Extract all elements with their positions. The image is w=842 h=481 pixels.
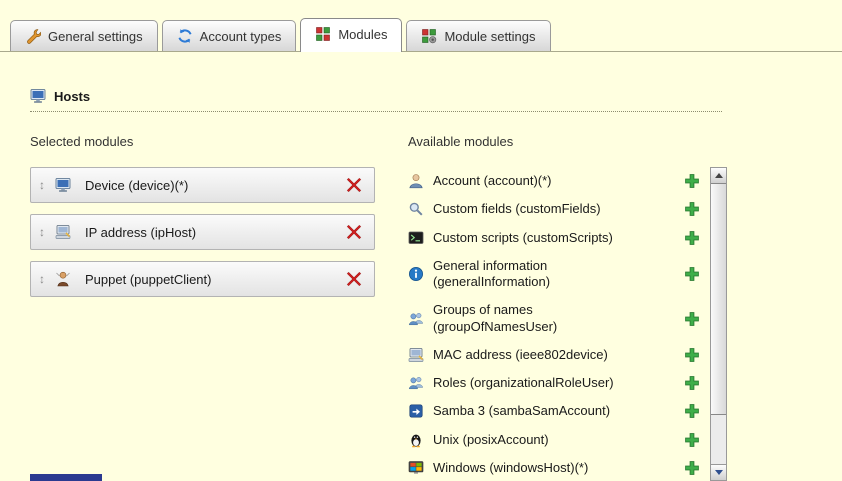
module-label: IP address (ipHost) bbox=[85, 225, 346, 240]
selected-modules-column: Selected modules ↕ Device (device)(*) ↕ IP … bbox=[30, 134, 382, 481]
puppet-icon bbox=[55, 271, 71, 287]
selected-modules-heading: Selected modules bbox=[30, 134, 382, 149]
module-label: Groups of names (groupOfNamesUser) bbox=[433, 302, 651, 335]
available-module-row: Custom scripts (customScripts) bbox=[408, 224, 708, 252]
scrollbar-down-button[interactable] bbox=[711, 464, 726, 480]
available-module-row: Groups of names (groupOfNamesUser) bbox=[408, 296, 708, 341]
available-module-row: Roles (organizationalRoleUser) bbox=[408, 369, 708, 397]
add-module-button[interactable] bbox=[684, 173, 700, 189]
samba-icon bbox=[408, 403, 424, 419]
selected-module-row: ↕ Device (device)(*) bbox=[30, 167, 375, 203]
scrollbar[interactable] bbox=[710, 167, 727, 481]
add-module-button[interactable] bbox=[684, 403, 700, 419]
available-modules-column: Available modules Account (account)(*) Cu… bbox=[408, 134, 738, 481]
tab-label: General settings bbox=[48, 29, 143, 44]
workstation-icon bbox=[408, 347, 424, 363]
group-icon bbox=[408, 311, 424, 327]
add-module-button[interactable] bbox=[684, 375, 700, 391]
sync-icon bbox=[177, 28, 193, 44]
available-module-row: MAC address (ieee802device) bbox=[408, 341, 708, 369]
tab-bar: General settings Account types Modules Modu… bbox=[0, 0, 842, 52]
add-module-button[interactable] bbox=[684, 347, 700, 363]
module-label: Puppet (puppetClient) bbox=[85, 272, 346, 287]
remove-module-button[interactable] bbox=[346, 271, 362, 287]
section-heading: Hosts bbox=[30, 88, 722, 112]
up-arrow-icon bbox=[715, 173, 723, 178]
selected-module-row: ↕ IP address (ipHost) bbox=[30, 214, 375, 250]
module-settings-icon bbox=[421, 28, 437, 44]
modules-icon bbox=[315, 26, 331, 42]
module-label: Custom fields (customFields) bbox=[433, 201, 651, 217]
tools-icon bbox=[25, 28, 41, 44]
tab-module-settings[interactable]: Module settings bbox=[406, 20, 550, 51]
terminal-icon bbox=[408, 230, 424, 246]
add-module-button[interactable] bbox=[684, 311, 700, 327]
available-module-row: Account (account)(*) bbox=[408, 167, 708, 195]
available-module-row: Samba 3 (sambaSamAccount) bbox=[408, 397, 708, 425]
drag-handle-icon[interactable]: ↕ bbox=[39, 225, 45, 239]
add-module-button[interactable] bbox=[684, 201, 700, 217]
hosts-icon bbox=[30, 88, 46, 104]
unix-icon bbox=[408, 432, 424, 448]
remove-module-button[interactable] bbox=[346, 224, 362, 240]
add-module-button[interactable] bbox=[684, 460, 700, 476]
available-module-row: Custom fields (customFields) bbox=[408, 195, 708, 223]
add-module-button[interactable] bbox=[684, 230, 700, 246]
tab-general-settings[interactable]: General settings bbox=[10, 20, 158, 51]
info-icon bbox=[408, 266, 424, 282]
windows-icon bbox=[408, 460, 424, 476]
down-arrow-icon bbox=[715, 470, 723, 475]
remove-module-button[interactable] bbox=[346, 177, 362, 193]
module-label: Device (device)(*) bbox=[85, 178, 346, 193]
module-label: MAC address (ieee802device) bbox=[433, 347, 651, 363]
scrollbar-thumb[interactable] bbox=[711, 183, 726, 415]
add-module-button[interactable] bbox=[684, 432, 700, 448]
selected-module-row: ↕ Puppet (puppetClient) bbox=[30, 261, 375, 297]
module-label: Account (account)(*) bbox=[433, 173, 651, 189]
add-module-button[interactable] bbox=[684, 266, 700, 282]
selected-modules-list: ↕Device (device)(*)↕IP address (ipHost)↕… bbox=[30, 167, 382, 297]
drag-handle-icon[interactable]: ↕ bbox=[39, 272, 45, 286]
content-area: Hosts Selected modules ↕ Device (device)(… bbox=[0, 52, 842, 481]
tab-label: Account types bbox=[200, 29, 282, 44]
module-label: Windows (windowsHost)(*) bbox=[433, 460, 651, 476]
modules-columns: Selected modules ↕ Device (device)(*) ↕ IP … bbox=[30, 134, 842, 481]
available-module-row: Windows (windowsHost)(*) bbox=[408, 454, 708, 481]
tab-label: Modules bbox=[338, 27, 387, 42]
section-title: Hosts bbox=[54, 89, 90, 104]
user-icon bbox=[408, 173, 424, 189]
module-label: General information (generalInformation) bbox=[433, 258, 651, 291]
module-label: Custom scripts (customScripts) bbox=[433, 230, 651, 246]
module-label: Roles (organizationalRoleUser) bbox=[433, 375, 651, 391]
available-modules-list: Account (account)(*) Custom fields (custo… bbox=[408, 167, 708, 481]
available-modules-heading: Available modules bbox=[408, 134, 738, 149]
lam-config-page: General settings Account types Modules Modu… bbox=[0, 0, 842, 481]
module-label: Samba 3 (sambaSamAccount) bbox=[433, 403, 651, 419]
available-module-row: Unix (posixAccount) bbox=[408, 426, 708, 454]
workstation-icon bbox=[55, 224, 71, 240]
cut-off-section-edge bbox=[30, 474, 102, 481]
monitor-icon bbox=[55, 177, 71, 193]
tab-modules[interactable]: Modules bbox=[300, 18, 402, 52]
tab-account-types[interactable]: Account types bbox=[162, 20, 297, 51]
available-modules-wrap: Account (account)(*) Custom fields (custo… bbox=[408, 167, 738, 481]
search-icon bbox=[408, 201, 424, 217]
module-label: Unix (posixAccount) bbox=[433, 432, 651, 448]
group-icon bbox=[408, 375, 424, 391]
scrollbar-up-button[interactable] bbox=[711, 168, 726, 184]
drag-handle-icon[interactable]: ↕ bbox=[39, 178, 45, 192]
available-module-row: General information (generalInformation) bbox=[408, 252, 708, 297]
tab-label: Module settings bbox=[444, 29, 535, 44]
